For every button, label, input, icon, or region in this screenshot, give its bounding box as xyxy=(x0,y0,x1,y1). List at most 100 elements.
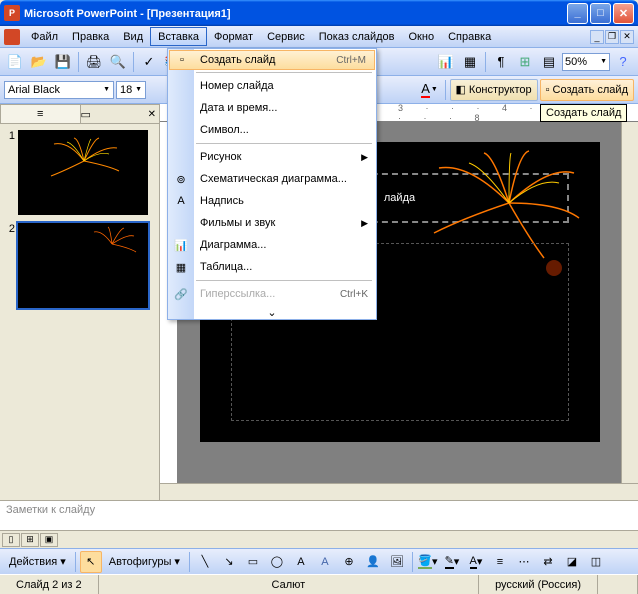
slide-panel: ≡ ▭✕ 1 2 xyxy=(0,104,160,500)
close-panel-icon[interactable]: ✕ xyxy=(148,109,156,120)
oval-button[interactable]: ◯ xyxy=(266,551,288,573)
fill-color-button[interactable]: 🪣▾ xyxy=(417,551,439,573)
horizontal-scrollbar[interactable] xyxy=(160,483,638,500)
new-slide-icon: ▫ xyxy=(170,49,194,71)
help-button[interactable]: ? xyxy=(612,51,634,73)
doc-restore-button[interactable]: ❐ xyxy=(605,30,619,44)
doc-system-icon[interactable] xyxy=(4,29,20,45)
line-button[interactable]: ╲ xyxy=(194,551,216,573)
textbox-icon: A xyxy=(168,190,194,212)
tab-outline[interactable]: ≡ xyxy=(0,104,81,123)
status-bar: Слайд 2 из 2 Салют русский (Россия) xyxy=(0,574,638,594)
vertical-scrollbar[interactable] xyxy=(621,122,638,483)
color-button[interactable]: ▤ xyxy=(538,51,560,73)
open-button[interactable]: 📂 xyxy=(28,51,50,73)
maximize-button[interactable]: □ xyxy=(590,3,611,24)
clipart-button[interactable]: 👤 xyxy=(362,551,384,573)
menu-edit[interactable]: Правка xyxy=(65,29,116,45)
menu-expand-button[interactable]: ⌄ xyxy=(168,305,376,319)
firework-graphic xyxy=(39,136,129,186)
thumbnail-item[interactable]: 2 xyxy=(4,223,155,308)
font-size-combo[interactable]: 18▼ xyxy=(116,81,146,99)
font-color-button[interactable]: A▾ xyxy=(465,551,487,573)
menu-item-slide-number[interactable]: Номер слайда xyxy=(168,75,376,97)
dash-style-button[interactable]: ⋯ xyxy=(513,551,535,573)
line-style-button[interactable]: ≡ xyxy=(489,551,511,573)
normal-view-button[interactable]: ▯ xyxy=(2,533,20,547)
title-bar: P Microsoft PowerPoint - [Презентация1] … xyxy=(0,0,638,26)
print-button[interactable]: 🖨 xyxy=(83,51,105,73)
shadow-button[interactable]: ◪ xyxy=(561,551,583,573)
font-color-button[interactable]: A▼ xyxy=(419,79,441,101)
menu-insert[interactable]: Вставка xyxy=(150,27,207,46)
wordart-button[interactable]: A xyxy=(314,551,336,573)
3d-button[interactable]: ◫ xyxy=(585,551,607,573)
rectangle-button[interactable]: ▭ xyxy=(242,551,264,573)
diagram-icon: ⊚ xyxy=(168,168,194,190)
diagram-button[interactable]: ⊕ xyxy=(338,551,360,573)
thumbnail-item[interactable]: 1 xyxy=(4,130,155,215)
doc-close-button[interactable]: ✕ xyxy=(620,30,634,44)
slide-thumbnail-2[interactable] xyxy=(18,223,148,308)
menu-item-picture[interactable]: Рисунок▶ xyxy=(168,146,376,168)
status-misc xyxy=(598,575,638,594)
menu-help[interactable]: Справка xyxy=(441,29,498,45)
drawing-toolbar: Действия ▾ ↖ Автофигуры ▾ ╲ ↘ ▭ ◯ A A ⊕ … xyxy=(0,548,638,574)
outline-icon: ≡ xyxy=(37,108,43,120)
spelling-button[interactable]: ✓ xyxy=(138,51,160,73)
slide-number: 1 xyxy=(4,130,18,215)
arrow-button[interactable]: ↘ xyxy=(218,551,240,573)
notes-pane[interactable]: Заметки к слайду xyxy=(0,500,638,530)
hyperlink-icon: 🔗 xyxy=(168,283,194,305)
insert-menu-popup: ▫ Создать слайд Ctrl+M Номер слайда Дата… xyxy=(167,48,377,320)
menu-item-symbol[interactable]: Символ... xyxy=(168,119,376,141)
textbox-button[interactable]: A xyxy=(290,551,312,573)
table-button[interactable]: ▦ xyxy=(459,51,481,73)
tooltip: Создать слайд xyxy=(540,104,627,122)
preview-button[interactable]: 🔍 xyxy=(107,51,129,73)
chart-icon: 📊 xyxy=(168,234,194,256)
select-objects-button[interactable]: ↖ xyxy=(80,551,102,573)
new-slide-button[interactable]: ▫Создать слайд xyxy=(540,79,634,101)
minimize-button[interactable]: _ xyxy=(567,3,588,24)
menu-item-movies-sound[interactable]: Фильмы и звук▶ xyxy=(168,212,376,234)
thumbnail-list[interactable]: 1 2 xyxy=(0,124,159,500)
menu-format[interactable]: Формат xyxy=(207,29,260,45)
slideshow-view-button[interactable]: ▣ xyxy=(40,533,58,547)
close-button[interactable]: ✕ xyxy=(613,3,634,24)
menu-item-textbox[interactable]: AНадпись xyxy=(168,190,376,212)
menu-view[interactable]: Вид xyxy=(116,29,150,45)
menu-tools[interactable]: Сервис xyxy=(260,29,312,45)
status-slide: Слайд 2 из 2 xyxy=(0,575,99,594)
menu-bar: Файл Правка Вид Вставка Формат Сервис По… xyxy=(0,26,638,48)
new-button[interactable]: 📄 xyxy=(4,51,26,73)
picture-button[interactable]: 🖼 xyxy=(386,551,408,573)
doc-minimize-button[interactable]: _ xyxy=(590,30,604,44)
menu-file[interactable]: Файл xyxy=(24,29,65,45)
font-combo[interactable]: Arial Black▼ xyxy=(4,81,114,99)
menu-item-table[interactable]: ▦Таблица... xyxy=(168,256,376,278)
sorter-view-button[interactable]: ⊞ xyxy=(21,533,39,547)
arrow-style-button[interactable]: ⇄ xyxy=(537,551,559,573)
zoom-combo[interactable]: 50%▼ xyxy=(562,53,610,71)
status-language[interactable]: русский (Россия) xyxy=(479,575,598,594)
slide-number: 2 xyxy=(4,223,18,308)
slides-icon: ▭ xyxy=(81,108,91,121)
view-buttons: ▯ ⊞ ▣ xyxy=(0,530,638,548)
status-theme: Салют xyxy=(99,575,479,594)
menu-item-chart[interactable]: 📊Диаграмма... xyxy=(168,234,376,256)
chart-button[interactable]: 📊 xyxy=(435,51,457,73)
menu-window[interactable]: Окно xyxy=(402,29,442,45)
menu-item-diagram[interactable]: ⊚Схематическая диаграмма... xyxy=(168,168,376,190)
save-button[interactable]: 💾 xyxy=(52,51,74,73)
menu-slideshow[interactable]: Показ слайдов xyxy=(312,29,402,45)
show-formatting-button[interactable]: ¶ xyxy=(490,51,512,73)
menu-item-new-slide[interactable]: ▫ Создать слайд Ctrl+M xyxy=(169,50,375,70)
slide-thumbnail-1[interactable] xyxy=(18,130,148,215)
design-button[interactable]: ◧Конструктор xyxy=(450,79,538,101)
line-color-button[interactable]: ✎▾ xyxy=(441,551,463,573)
menu-item-date-time[interactable]: Дата и время... xyxy=(168,97,376,119)
grid-button[interactable]: ⊞ xyxy=(514,51,536,73)
design-icon: ◧ xyxy=(456,83,466,96)
tab-slides[interactable]: ▭✕ xyxy=(80,104,161,123)
